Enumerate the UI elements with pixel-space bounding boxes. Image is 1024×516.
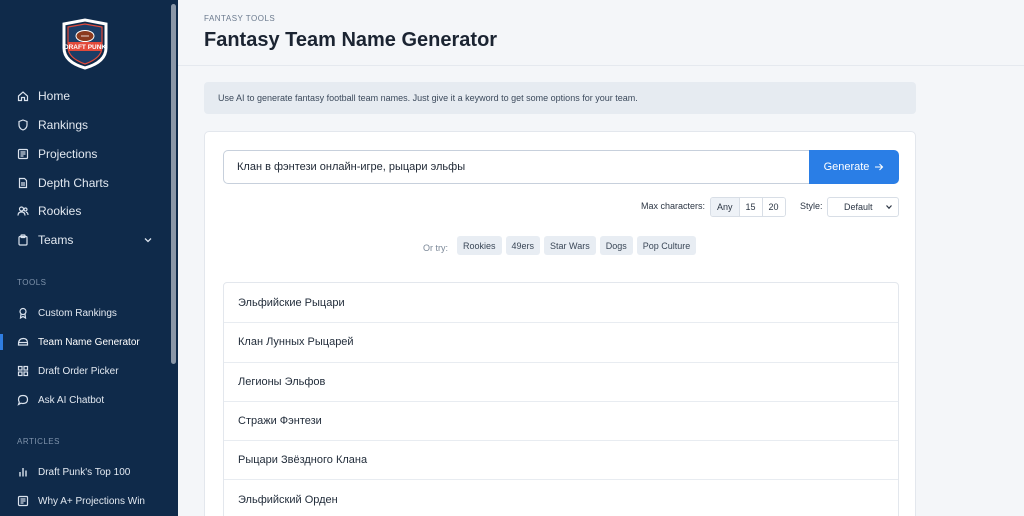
sidebar-item-teams[interactable]: Teams [17, 231, 73, 249]
sidebar-item-ask-ai-chatbot[interactable]: Ask AI Chatbot [17, 391, 104, 409]
generate-button[interactable]: Generate [809, 150, 899, 184]
sidebar-item-label: Rookies [38, 204, 82, 218]
sidebar-item-label: Draft Order Picker [38, 365, 119, 377]
sidebar-item-depth-charts[interactable]: Depth Charts [17, 174, 109, 192]
generator-card: Клан в фэнтези онлайн-игре, рыцари эльфы… [204, 131, 916, 516]
sidebar-item-label: Projections [38, 147, 98, 161]
sidebar-item-custom-rankings[interactable]: Custom Rankings [17, 304, 117, 322]
result-item[interactable]: Клан Лунных Рыцарей [224, 322, 898, 361]
max-characters-label: Max characters: [641, 201, 706, 211]
suggestion-chip-rookies[interactable]: Rookies [457, 236, 502, 255]
sidebar-item-label: Draft Punk's Top 100 [38, 466, 131, 478]
sidebar-item-projections-article[interactable]: Why A+ Projections Win [17, 492, 145, 510]
sidebar-item-draft-order-picker[interactable]: Draft Order Picker [17, 362, 119, 380]
tools-section-label: TOOLS [17, 278, 47, 287]
result-item[interactable]: Рыцари Звёздного Клана [224, 440, 898, 479]
sidebar-item-rankings[interactable]: Rankings [17, 116, 88, 134]
sidebar-item-label: Team Name Generator [38, 336, 140, 348]
or-try-label: Or try: [423, 243, 448, 253]
chevron-down-icon[interactable] [143, 235, 153, 245]
sidebar-item-label: Custom Rankings [38, 307, 117, 319]
header-divider [178, 65, 1024, 66]
sidebar-item-projections[interactable]: Projections [17, 145, 97, 163]
suggestion-chip-star-wars[interactable]: Star Wars [544, 236, 596, 255]
sidebar: DRAFT PUNK Home Rankings Projections Dep… [0, 0, 178, 516]
home-icon [17, 90, 29, 102]
result-item[interactable]: Легионы Эльфов [224, 361, 898, 401]
award-icon [17, 307, 29, 319]
sidebar-item-rookies[interactable]: Rookies [17, 202, 81, 220]
sidebar-item-team-name-generator[interactable]: Team Name Generator [17, 333, 140, 351]
sidebar-item-label: Ask AI Chatbot [38, 394, 105, 406]
arrow-right-icon [875, 163, 884, 171]
sidebar-item-label: Rankings [38, 118, 89, 132]
sidebar-item-label: Depth Charts [38, 176, 109, 190]
style-label: Style: [800, 201, 823, 211]
helmet-icon [17, 336, 29, 348]
articles-section-label: ARTICLES [17, 437, 60, 446]
results-list: Эльфийские Рыцари Клан Лунных Рыцарей Ле… [223, 282, 899, 516]
sidebar-item-label: Why A+ Projections Win [38, 495, 145, 507]
sidebar-item-label: Teams [38, 233, 74, 247]
keyword-input[interactable]: Клан в фэнтези онлайн-игре, рыцари эльфы [223, 150, 810, 184]
clipboard-icon [17, 234, 29, 246]
sidebar-item-top-100[interactable]: Draft Punk's Top 100 [17, 463, 130, 481]
active-indicator [0, 334, 3, 350]
max-characters-selector: Any 15 20 [710, 197, 786, 217]
newspaper-icon [17, 495, 29, 507]
max-chars-option-any[interactable]: Any [711, 198, 739, 216]
chevron-down-icon [886, 205, 892, 210]
bar-chart-icon [17, 466, 29, 478]
suggestion-chip-pop-culture[interactable]: Pop Culture [636, 236, 697, 255]
suggestion-chips: Rookies 49ers Star Wars Dogs Pop Culture [457, 236, 697, 255]
sidebar-item-label: Home [38, 89, 71, 103]
result-item[interactable]: Эльфийские Рыцари [224, 283, 898, 322]
result-item[interactable]: Стражи Фэнтези [224, 400, 898, 440]
page-eyebrow: FANTASY TOOLS [204, 14, 276, 23]
style-select-value: Default [844, 202, 873, 212]
max-chars-option-15[interactable]: 15 [738, 198, 762, 216]
users-icon [17, 205, 29, 217]
grid-icon [17, 365, 29, 377]
result-item[interactable]: Эльфийский Орден [224, 479, 898, 516]
draft-punk-logo[interactable]: DRAFT PUNK [58, 18, 112, 70]
suggestion-chip-dogs[interactable]: Dogs [599, 236, 633, 255]
info-banner: Use AI to generate fantasy football team… [204, 82, 916, 114]
logo-text: DRAFT PUNK [64, 44, 107, 51]
max-chars-option-20[interactable]: 20 [761, 198, 785, 216]
info-text: Use AI to generate fantasy football team… [218, 93, 638, 103]
page-title: Fantasy Team Name Generator [204, 29, 498, 51]
generate-button-label: Generate [823, 161, 870, 173]
keyword-input-value: Клан в фэнтези онлайн-игре, рыцари эльфы [237, 161, 466, 173]
main-content: FANTASY TOOLS Fantasy Team Name Generato… [178, 0, 1024, 516]
suggestion-chip-49ers[interactable]: 49ers [505, 236, 541, 255]
newspaper-icon [17, 148, 29, 160]
document-icon [17, 177, 29, 189]
shield-icon [17, 119, 29, 131]
style-select[interactable]: Default [827, 197, 899, 217]
sidebar-scrollbar[interactable] [171, 4, 176, 364]
chat-icon [17, 394, 29, 406]
sidebar-item-home[interactable]: Home [17, 87, 70, 105]
